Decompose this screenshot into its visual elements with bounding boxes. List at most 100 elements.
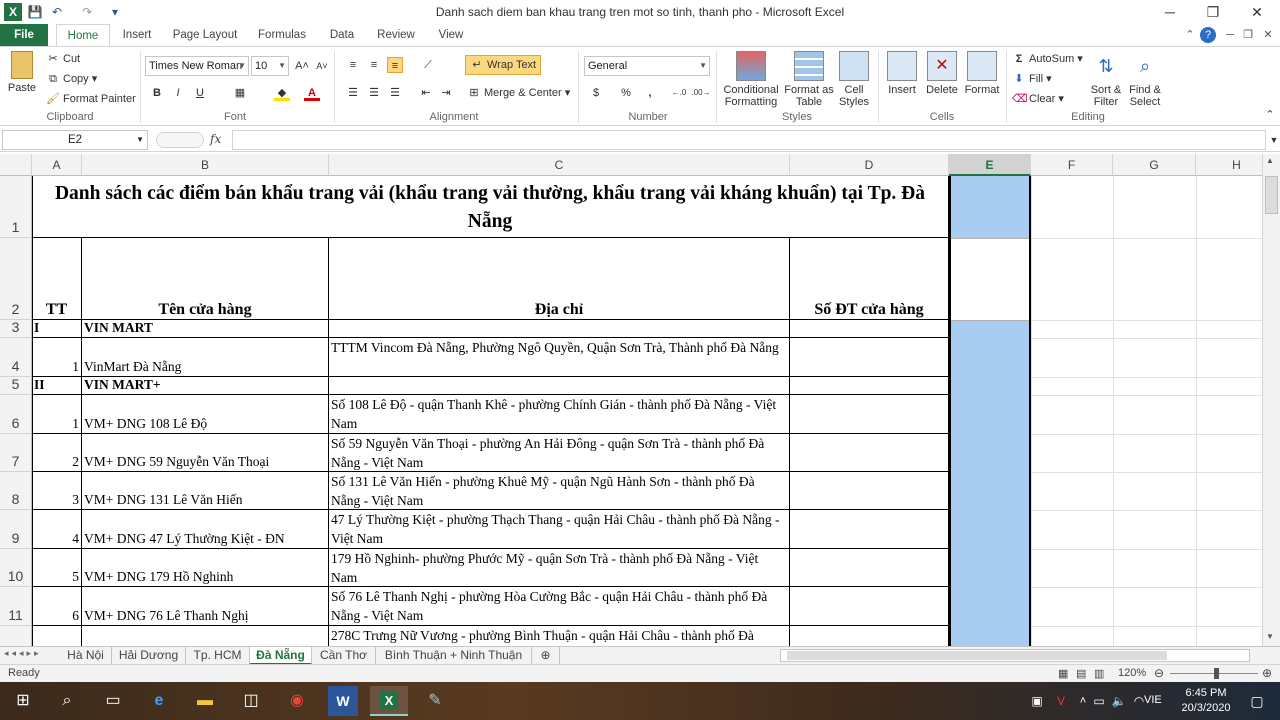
grow-font-button[interactable]: A˄ — [294, 58, 310, 74]
sort-filter-button[interactable]: ⇅ Sort & Filter — [1088, 51, 1124, 108]
doc-restore-icon[interactable]: ❐ — [1240, 27, 1256, 43]
paste-button[interactable]: Paste — [4, 51, 40, 94]
table-cell[interactable]: 278C Trưng Nữ Vương - phường Bình Thuận … — [329, 626, 790, 646]
table-cell[interactable] — [790, 626, 949, 646]
table-cell[interactable]: VM+ DNG 47 Lý Thường Kiệt - ĐN — [82, 510, 329, 549]
excel-taskbar-icon[interactable]: X — [370, 686, 408, 716]
store-icon[interactable]: ◫ — [236, 686, 266, 716]
header-tt[interactable]: TT — [32, 238, 82, 320]
header-phone[interactable]: Số ĐT cửa hàng — [790, 238, 949, 320]
file-explorer-icon[interactable]: ▬ — [190, 686, 220, 716]
formula-input[interactable] — [232, 130, 1266, 150]
sheet-tab[interactable]: Hà Nội — [60, 647, 112, 665]
chevron-up-icon[interactable]: ⌃ — [1262, 107, 1278, 123]
table-cell[interactable] — [790, 320, 949, 338]
column-header-c[interactable]: C — [329, 154, 790, 176]
autosum-button[interactable]: Σ AutoSum ▾ — [1012, 52, 1083, 66]
table-cell[interactable]: Số 59 Nguyễn Văn Thoại - phường An Hải Đ… — [329, 434, 790, 472]
table-cell[interactable]: VM+ DNG 76 Lê Thanh Nghị — [82, 587, 329, 626]
shrink-font-button[interactable]: A˅ — [314, 58, 330, 74]
orientation-icon[interactable]: ⟋ — [420, 57, 436, 73]
insert-function-icon[interactable]: fx — [210, 132, 221, 146]
table-cell[interactable]: 179 Hồ Nghinh- phường Phước Mỹ - quận Sơ… — [329, 549, 790, 587]
table-cell[interactable]: 47 Lý Thường Kiệt - phường Thạch Thang -… — [329, 510, 790, 549]
table-cell[interactable] — [32, 626, 82, 646]
table-cell[interactable] — [790, 472, 949, 510]
table-cell[interactable]: II — [32, 377, 82, 395]
zoom-slider-thumb[interactable] — [1214, 668, 1219, 679]
format-painter-button[interactable]: 🖌 Format Painter — [46, 92, 136, 106]
tab-formulas[interactable]: Formulas — [252, 24, 312, 46]
table-cell[interactable]: 3 — [32, 472, 82, 510]
page-layout-view-icon[interactable]: ▤ — [1076, 667, 1086, 680]
row-header[interactable]: 6 — [0, 395, 32, 434]
table-cell[interactable]: Số 108 Lê Độ - quận Thanh Khê - phường C… — [329, 395, 790, 434]
increase-indent-icon[interactable]: ⇥ — [438, 85, 454, 101]
tab-home[interactable]: Home — [56, 24, 110, 46]
restore-button[interactable]: ❐ — [1193, 2, 1233, 22]
tab-view[interactable]: View — [430, 24, 472, 46]
copy-button[interactable]: ⧉ Copy ▾ — [46, 72, 97, 86]
decrease-indent-icon[interactable]: ⇤ — [418, 85, 434, 101]
scroll-thumb[interactable] — [1265, 176, 1278, 214]
table-cell[interactable]: VIN MART — [82, 320, 329, 338]
table-cell[interactable] — [329, 320, 790, 338]
table-cell[interactable]: Số 76 Lê Thanh Nghị - phường Hòa Cường B… — [329, 587, 790, 626]
cell-styles-button[interactable]: Cell Styles — [836, 51, 872, 108]
table-cell[interactable]: TTTM Vincom Đà Nẵng, Phường Ngô Quyền, Q… — [329, 338, 790, 377]
zoom-in-icon[interactable]: ⊕ — [1262, 666, 1272, 680]
row-header[interactable]: 11 — [0, 587, 32, 626]
table-cell[interactable]: VinMart Đà Nẵng — [82, 338, 329, 377]
table-cell[interactable] — [790, 587, 949, 626]
delete-cells-button[interactable]: ✕ Delete — [922, 51, 962, 96]
help-icon[interactable]: ? — [1200, 27, 1216, 43]
align-right-icon[interactable]: ☰ — [387, 85, 403, 101]
name-box[interactable]: E2 ▼ — [2, 130, 148, 150]
sheet-tab[interactable]: Tp. HCM — [186, 647, 250, 665]
sheet-tab[interactable]: Bình Thuận + Ninh Thuận — [376, 647, 532, 665]
edge-icon[interactable]: e — [144, 686, 174, 716]
table-cell[interactable]: 1 — [32, 395, 82, 434]
column-header-h[interactable]: H — [1196, 154, 1262, 176]
comma-button[interactable]: , — [642, 85, 658, 101]
column-header-d[interactable]: D — [790, 154, 949, 176]
row-header[interactable]: 4 — [0, 338, 32, 377]
horizontal-scrollbar[interactable] — [780, 649, 1250, 662]
table-cell[interactable] — [790, 338, 949, 377]
number-format-combo[interactable]: General ▼ — [584, 56, 710, 76]
zoom-level[interactable]: 120% — [1118, 667, 1146, 679]
chrome-icon[interactable]: ◉ — [282, 686, 312, 716]
table-cell[interactable]: VM+ DNG 59 Nguyễn Văn Thoại — [82, 434, 329, 472]
app-icon[interactable]: ✎ — [420, 686, 450, 716]
align-left-icon[interactable]: ☰ — [345, 85, 361, 101]
conditional-formatting-button[interactable]: Conditional Formatting — [720, 51, 782, 108]
table-cell[interactable] — [82, 626, 329, 646]
merge-center-button[interactable]: ⊞ Merge & Center ▾ — [467, 86, 570, 100]
sheet-tab-active[interactable]: Đà Nẵng — [250, 647, 312, 665]
expand-formula-icon[interactable]: ▼ — [1266, 132, 1280, 148]
scroll-down-icon[interactable]: ▼ — [1266, 632, 1274, 641]
row-header[interactable]: 2 — [0, 238, 32, 320]
increase-decimal-button[interactable]: ←.0 — [668, 85, 690, 101]
table-cell[interactable]: VIN MART+ — [82, 377, 329, 395]
windows-start-icon[interactable]: ⊞ — [8, 686, 38, 716]
tab-page-layout[interactable]: Page Layout — [168, 24, 242, 46]
scroll-thumb[interactable] — [787, 651, 1167, 660]
wrap-text-button[interactable]: ↵ Wrap Text — [465, 55, 542, 75]
notifications-icon[interactable]: ▢ — [1242, 686, 1272, 716]
font-color-icon[interactable]: A — [304, 85, 320, 101]
column-header-e[interactable]: E — [949, 154, 1031, 176]
bold-button[interactable]: B — [149, 85, 165, 101]
underline-button[interactable]: U — [192, 85, 208, 101]
insert-cells-button[interactable]: Insert — [882, 51, 922, 96]
table-cell[interactable]: 4 — [32, 510, 82, 549]
column-header-g[interactable]: G — [1113, 154, 1196, 176]
column-header-f[interactable]: F — [1031, 154, 1113, 176]
new-sheet-icon[interactable]: ⊕ — [532, 647, 560, 665]
sheet-tab[interactable]: Cần Thơ — [312, 647, 376, 665]
sheet-tab[interactable]: Hải Dương — [112, 647, 186, 665]
header-address[interactable]: Địa chỉ — [329, 238, 790, 320]
table-cell[interactable] — [790, 510, 949, 549]
doc-minimize-icon[interactable]: ─ — [1222, 27, 1238, 43]
tab-data[interactable]: Data — [322, 24, 362, 46]
